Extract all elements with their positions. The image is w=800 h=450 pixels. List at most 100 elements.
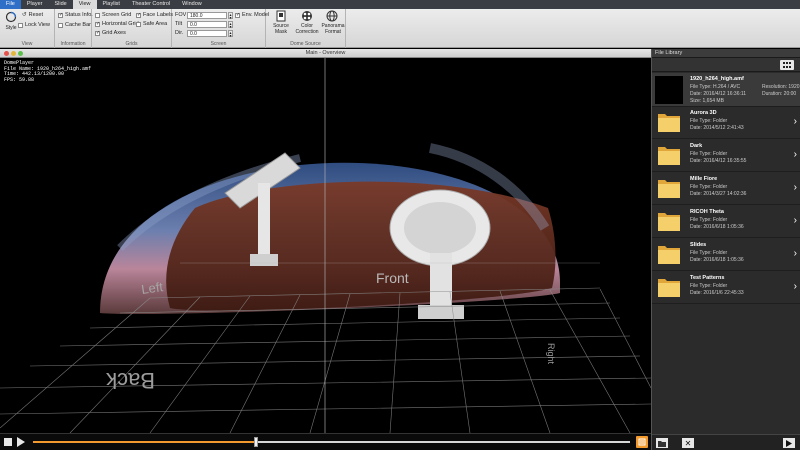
ribbon-tab-bar: File Player Slide View Playlist Theater … bbox=[0, 0, 800, 9]
env-model-checkbox[interactable]: Env. Model bbox=[235, 12, 269, 18]
seek-handle[interactable] bbox=[253, 437, 258, 447]
folder-file-type: File Type: Folder bbox=[690, 151, 728, 157]
folder-item[interactable]: Slides File Type: Folder Date: 2016/6/18 1… bbox=[652, 239, 800, 271]
color-correction-button[interactable]: Color Correction bbox=[294, 23, 320, 35]
reset-button[interactable]: ↺ Reset bbox=[22, 12, 43, 18]
folder-item[interactable]: RICOH Theta File Type: Folder Date: 2016/6… bbox=[652, 206, 800, 238]
dome-source-group-label: Dome Source bbox=[290, 41, 321, 47]
chevron-right-icon[interactable]: › bbox=[794, 216, 797, 226]
dome-ground bbox=[166, 181, 556, 311]
safe-area-checkbox[interactable]: Safe Area bbox=[136, 21, 167, 27]
style-icon[interactable] bbox=[4, 11, 18, 23]
remove-icon[interactable]: ✕ bbox=[682, 438, 694, 448]
stop-icon[interactable] bbox=[4, 438, 12, 446]
file-library-panel: File Library 1920_h264_high.amf File Typ… bbox=[651, 49, 800, 450]
tab-slide[interactable]: Slide bbox=[48, 0, 72, 9]
file-library-toolbar bbox=[652, 58, 800, 72]
dir-stepper[interactable]: ▴ ▾ bbox=[228, 30, 233, 38]
information-group: Status Info. Cache Bar Information bbox=[55, 9, 93, 48]
face-label-back: Back bbox=[105, 368, 155, 393]
screen-grid-checkbox[interactable]: Screen Grid bbox=[95, 12, 131, 18]
screen-grid-check bbox=[95, 12, 100, 18]
face-label-right: Right bbox=[546, 343, 556, 365]
media-name: 1920_h264_high.amf bbox=[690, 76, 744, 82]
folder-date: Date: 2016/6/18 1:05:36 bbox=[690, 224, 744, 230]
window-titlebar: Main - Overview bbox=[0, 49, 651, 58]
face-label-left: Left bbox=[140, 279, 164, 297]
folder-item[interactable]: Dark File Type: Folder Date: 2016/4/12 16:… bbox=[652, 140, 800, 172]
face-label-front: Front bbox=[376, 270, 409, 286]
grid-view-icon[interactable] bbox=[780, 60, 794, 70]
chevron-right-icon[interactable]: › bbox=[794, 183, 797, 193]
view-group: Style ↺ Reset Lock View View bbox=[0, 9, 55, 48]
dir-label: Dir. bbox=[175, 30, 184, 36]
close-window-icon[interactable] bbox=[4, 51, 9, 56]
tilt-stepper[interactable]: ▴ ▾ bbox=[228, 21, 233, 29]
grids-group: Screen Grid Horizontal Grid Grid Axes Fa… bbox=[92, 9, 173, 48]
dir-field[interactable]: 0.0 bbox=[187, 30, 227, 37]
zoom-window-icon[interactable] bbox=[18, 51, 23, 56]
face-labels-checkbox[interactable]: Face Labels bbox=[136, 12, 173, 18]
folder-file-type: File Type: Folder bbox=[690, 184, 728, 190]
folder-icon bbox=[658, 213, 680, 231]
folder-date: Date: 2014/5/12 2:41:43 bbox=[690, 125, 744, 131]
folder-date: Date: 2016/4/12 16:35:55 bbox=[690, 158, 747, 164]
media-resolution: Resolution: 1920 bbox=[762, 84, 800, 90]
playback-bar bbox=[0, 433, 651, 450]
source-mask-button[interactable]: Source Mask bbox=[269, 23, 293, 35]
folder-name: RICOH Theta bbox=[690, 209, 724, 215]
chevron-right-icon[interactable]: › bbox=[794, 150, 797, 160]
env-model-check bbox=[235, 12, 240, 18]
chevron-right-icon[interactable]: › bbox=[794, 282, 797, 292]
minimize-window-icon[interactable] bbox=[11, 51, 16, 56]
folder-name: Aurora 3D bbox=[690, 110, 717, 116]
chevron-right-icon[interactable]: › bbox=[794, 249, 797, 259]
chevron-right-icon[interactable]: › bbox=[794, 117, 797, 127]
tab-theater-control[interactable]: Theater Control bbox=[126, 0, 176, 9]
lock-view-checkbox[interactable]: Lock View bbox=[18, 22, 50, 28]
media-duration: Duration: 20:00 bbox=[762, 91, 797, 97]
folder-icon bbox=[658, 147, 680, 165]
screen-group: FOV 180.0 ▴▾ Tilt 0.0 ▴▾ Dir. 0.0 ▴▾ Env… bbox=[172, 9, 269, 48]
color-correction-icon[interactable] bbox=[300, 10, 314, 22]
ribbon: Style ↺Reset Lock View View Status Info.… bbox=[0, 9, 800, 48]
fov-stepper[interactable]: ▴ ▾ bbox=[228, 12, 233, 20]
horizontal-grid-checkbox[interactable]: Horizontal Grid bbox=[95, 21, 139, 27]
cache-bar-checkbox[interactable]: Cache Bar bbox=[58, 22, 91, 28]
folder-file-type: File Type: Folder bbox=[690, 250, 728, 256]
tab-file[interactable]: File bbox=[0, 0, 21, 9]
playlist-icon[interactable] bbox=[636, 436, 648, 448]
tab-playlist[interactable]: Playlist bbox=[97, 0, 126, 9]
grid-axes-checkbox[interactable]: Grid Axes bbox=[95, 30, 126, 36]
folder-icon bbox=[658, 246, 680, 264]
folder-item[interactable]: Mille Fiore File Type: Folder Date: 2014/3… bbox=[652, 173, 800, 205]
source-mask-icon[interactable] bbox=[274, 10, 288, 22]
dome-scene: Front Left Back Right bbox=[0, 58, 651, 433]
folder-icon bbox=[658, 279, 680, 297]
media-item[interactable]: 1920_h264_high.amf File Type: H.264 / AV… bbox=[652, 73, 800, 107]
folder-item[interactable]: Test Patterns File Type: Folder Date: 2016… bbox=[652, 272, 800, 304]
fov-field[interactable]: 180.0 bbox=[187, 12, 227, 19]
globe-icon[interactable] bbox=[325, 10, 339, 22]
play-library-icon[interactable] bbox=[783, 438, 795, 448]
tab-window[interactable]: Window bbox=[176, 0, 208, 9]
folder-file-type: File Type: Folder bbox=[690, 118, 728, 124]
media-file-type: File Type: H.264 / AVC bbox=[690, 84, 741, 90]
play-icon[interactable] bbox=[17, 437, 25, 447]
fov-label: FOV bbox=[175, 12, 187, 18]
media-thumbnail bbox=[655, 76, 683, 104]
safe-area-check bbox=[136, 21, 141, 27]
tilt-field[interactable]: 0.0 bbox=[187, 21, 227, 28]
tilt-label: Tilt bbox=[175, 21, 183, 27]
status-info-checkbox[interactable]: Status Info. bbox=[58, 12, 93, 18]
tab-player[interactable]: Player bbox=[21, 0, 49, 9]
panorama-format-button[interactable]: Panorama Format bbox=[320, 23, 346, 35]
add-folder-icon[interactable] bbox=[656, 438, 668, 448]
tab-view[interactable]: View bbox=[72, 0, 97, 9]
seek-track[interactable] bbox=[33, 437, 630, 447]
folder-item[interactable]: Aurora 3D File Type: Folder Date: 2014/5/1… bbox=[652, 107, 800, 139]
view-group-label: View bbox=[21, 41, 33, 47]
reset-icon: ↺ bbox=[22, 12, 27, 18]
dome-viewport[interactable]: Front Left Back Right DomePlayer File Na… bbox=[0, 58, 651, 433]
media-date: Date: 2016/4/12 16:36:11 bbox=[690, 91, 747, 97]
